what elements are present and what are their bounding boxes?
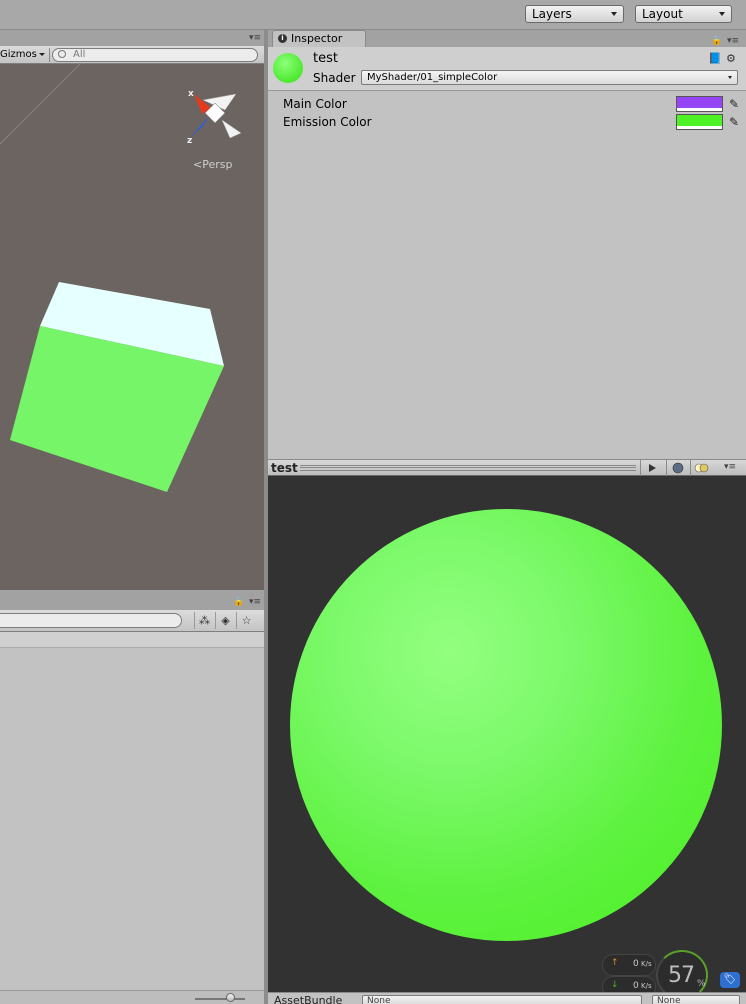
inspector-tab-label: Inspector [291, 32, 343, 45]
chevron-down-icon [719, 12, 725, 16]
project-tab-row: 🔒 ▾≡ [0, 594, 265, 610]
project-search-input[interactable] [0, 613, 182, 628]
preview-drag-handle[interactable] [300, 465, 636, 471]
layout-dropdown-label: Layout [642, 7, 683, 21]
layout-dropdown[interactable]: Layout [635, 5, 732, 23]
lock-icon[interactable]: 🔒 [233, 597, 244, 607]
property-label: Main Color [283, 97, 347, 111]
project-assets-area[interactable] [0, 648, 265, 1004]
preview-lighting-button[interactable] [690, 460, 712, 476]
persp-icon: < [193, 158, 203, 171]
cpu-usage-value: 57 [668, 963, 695, 988]
main-toolbar: Layers Layout [0, 0, 746, 30]
lock-icon[interactable]: 🔒 [711, 36, 722, 46]
scene-toolbar: Gizmos All [0, 46, 265, 64]
asset-bundle-value: None [367, 996, 391, 1004]
panel-menu-icon[interactable]: ▾≡ [724, 462, 736, 472]
asset-bundle-variant-value: None [657, 996, 681, 1004]
gizmo-x-label: x [188, 89, 194, 99]
upload-value: 0 [633, 959, 639, 969]
panel-menu-icon[interactable]: ▾≡ [727, 36, 739, 46]
layers-dropdown[interactable]: Layers [525, 5, 624, 23]
upload-rate: ↑ 0 K/s [602, 954, 656, 976]
scene-search-placeholder: All [73, 49, 86, 60]
play-icon [649, 464, 656, 472]
project-breadcrumb [0, 632, 265, 648]
property-main-color: Main Color [283, 96, 347, 112]
cube[interactable] [10, 282, 224, 492]
asset-bundle-label: AssetBundle [274, 994, 343, 1004]
sphere-icon [672, 462, 684, 474]
material-preview[interactable] [268, 476, 746, 992]
scene-render: x z [0, 64, 242, 492]
project-footer [0, 990, 265, 1004]
chevron-down-icon [611, 12, 617, 16]
tag-icon[interactable]: 🏷 [720, 972, 740, 988]
main-color-swatch[interactable] [676, 96, 723, 112]
eyedropper-icon[interactable]: ✎ [729, 115, 741, 129]
grid-line [0, 64, 81, 145]
shader-dropdown[interactable]: MyShader/01_simpleColor [361, 70, 738, 85]
tab-inspector[interactable]: i Inspector [272, 30, 366, 47]
gizmo-neg-x-cone [221, 119, 242, 139]
lights-icon [694, 463, 709, 473]
eyedropper-icon[interactable]: ✎ [729, 97, 741, 111]
asset-bundle-row: AssetBundle None None [268, 992, 746, 1004]
asset-bundle-variant-dropdown[interactable]: None [652, 995, 740, 1004]
asset-bundle-dropdown[interactable]: None [362, 995, 642, 1004]
play-preview-button[interactable] [640, 460, 662, 476]
download-unit: K/s [641, 982, 652, 990]
chevron-down-icon [38, 53, 45, 56]
arrow-down-icon: ↓ [611, 980, 619, 990]
material-thumbnail [273, 53, 303, 83]
gizmos-dropdown[interactable]: Gizmos [0, 48, 50, 62]
thumbnail-size-slider[interactable] [195, 998, 245, 1000]
preview-title: test [271, 461, 298, 475]
info-icon: i [278, 34, 287, 43]
arrow-up-icon: ↑ [611, 958, 619, 968]
cpu-usage-percent-sign: % [697, 979, 706, 989]
download-value: 0 [633, 981, 639, 991]
favorite-star-icon[interactable]: ☆ [236, 612, 256, 629]
search-icon [58, 50, 66, 58]
panel-menu-icon[interactable]: ▾≡ [249, 597, 261, 607]
projection-label: Persp [202, 158, 233, 171]
material-name: test [313, 51, 338, 66]
thumbnail-size-slider-thumb[interactable] [226, 993, 235, 1002]
scene-tab-row: ▾≡ [0, 30, 265, 46]
gizmos-label: Gizmos [0, 49, 37, 60]
shader-dropdown-value: MyShader/01_simpleColor [367, 72, 498, 83]
preview-mesh-button[interactable] [666, 460, 688, 476]
property-label: Emission Color [283, 115, 372, 129]
projection-toggle[interactable]: <Persp [193, 158, 232, 171]
chevron-down-icon [728, 76, 732, 79]
gizmo-z-label: z [187, 136, 192, 146]
project-toolbar: ⁂ ◈ ☆ [0, 610, 265, 632]
shader-label: Shader [313, 71, 356, 85]
material-header: test Shader MyShader/01_simpleColor 📘 ⚙ [268, 47, 746, 91]
emission-color-swatch[interactable] [676, 114, 723, 130]
help-book-icon[interactable]: 📘 [708, 52, 722, 65]
filter-by-type-icon[interactable]: ⁂ [194, 612, 214, 629]
material-properties: Main Color ✎ Emission Color ✎ [268, 91, 746, 459]
scene-orientation-gizmo[interactable]: x z [187, 89, 242, 146]
scene-viewport[interactable]: x z <Persp [0, 64, 264, 590]
preview-sphere [290, 509, 722, 941]
upload-unit: K/s [641, 960, 652, 968]
scene-search-input[interactable]: All [52, 48, 258, 62]
property-emission-color: Emission Color [283, 114, 372, 130]
gear-icon[interactable]: ⚙ [726, 52, 736, 65]
preview-toolbar: test ▾≡ [268, 459, 746, 476]
layers-dropdown-label: Layers [532, 7, 572, 21]
panel-menu-icon[interactable]: ▾≡ [249, 33, 261, 43]
filter-by-label-icon[interactable]: ◈ [215, 612, 235, 629]
gizmo-z-cone [190, 116, 209, 138]
